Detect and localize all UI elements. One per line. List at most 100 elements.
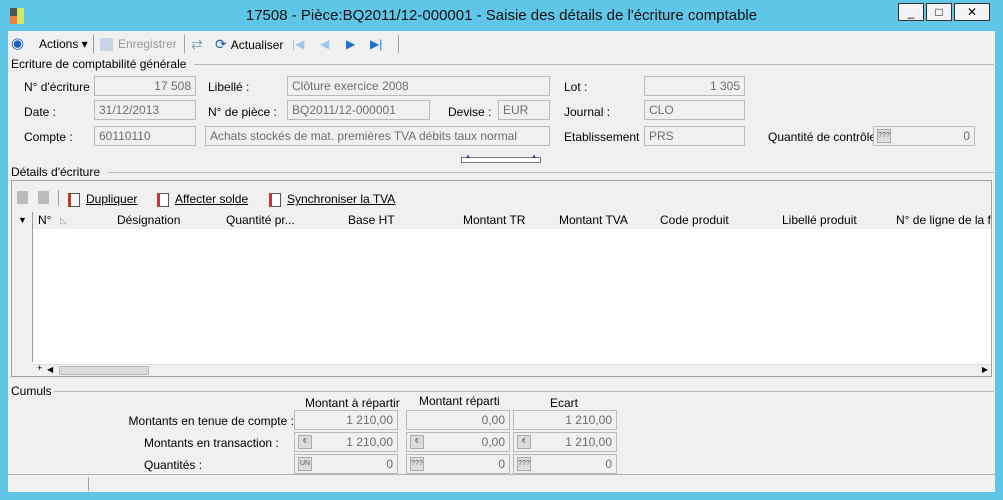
- entry-no-field[interactable]: 17 508: [94, 76, 196, 96]
- first-record-icon[interactable]: |◀: [292, 32, 304, 56]
- document-icon: [157, 192, 169, 207]
- status-bar: [8, 474, 995, 492]
- lot-label: Lot :: [564, 80, 588, 94]
- quantity-difference: ??? 0: [513, 454, 617, 474]
- currency-field[interactable]: EUR: [498, 100, 550, 120]
- journal-label: Journal :: [564, 105, 611, 119]
- doc-no-field[interactable]: BQ2011/12-000001: [287, 100, 430, 120]
- cumul-col-header: Ecart: [550, 396, 579, 410]
- amount-to-allocate-transaction: €1 210,00: [294, 432, 398, 452]
- column-header[interactable]: N°: [38, 212, 51, 228]
- amount-to-allocate-account: 1 210,00: [294, 410, 398, 430]
- toolbar: ◉ Actions ▾ Enregistrer ⇄ ⟳ Actualiser |◀…: [8, 32, 995, 56]
- column-header[interactable]: Code produit: [660, 212, 729, 228]
- journal-field[interactable]: CLO: [644, 100, 745, 120]
- column-header[interactable]: Base HT: [348, 212, 395, 228]
- horizontal-scrollbar[interactable]: + ◀ ▶: [33, 363, 991, 376]
- column-header[interactable]: Libellé produit: [782, 212, 857, 228]
- window-title: 17508 - Pièce:BQ2011/12-000001 - Saisie …: [245, 7, 758, 24]
- save-label: Enregistrer: [118, 37, 177, 51]
- scrollbar-thumb[interactable]: [59, 366, 149, 375]
- establishment-label: Etablissement :: [564, 130, 647, 144]
- refresh-icon: ⟳: [215, 36, 227, 52]
- cumul-row-label: Quantités :: [144, 458, 203, 472]
- date-field[interactable]: 31/12/2013: [94, 100, 196, 120]
- amount-allocated-account: 0,00: [406, 410, 510, 430]
- assign-balance-label: Affecter solde: [175, 192, 249, 206]
- column-chooser-icon[interactable]: ▼: [18, 212, 27, 228]
- value: 0: [498, 457, 505, 471]
- grid-body[interactable]: [33, 229, 991, 364]
- document-icon: [68, 192, 80, 207]
- minimize-button[interactable]: _: [898, 3, 924, 21]
- quantity-to-allocate: UN 0: [294, 454, 398, 474]
- column-header[interactable]: Montant TVA: [559, 212, 628, 228]
- cumul-row-label: Montants en tenue de compte :: [128, 414, 294, 428]
- control-qty-value: 0: [963, 129, 970, 143]
- control-qty-field[interactable]: ??? 0: [873, 126, 975, 146]
- value: 1 210,00: [565, 435, 612, 449]
- details-grid: Dupliquer Affecter solde Synchroniser la…: [11, 180, 992, 377]
- unit-button[interactable]: ???: [877, 129, 891, 143]
- value: 1 210,00: [346, 435, 393, 449]
- sort-icon: ◺: [60, 215, 67, 225]
- grid-header: ▼ N° ◺ Désignation Quantité pr... Base H…: [12, 212, 991, 362]
- new-line-icon[interactable]: [17, 191, 28, 204]
- sync-vat-button[interactable]: Synchroniser la TVA: [269, 192, 395, 207]
- difference-account: 1 210,00: [513, 410, 617, 430]
- doc-no-label: N° de pièce :: [208, 105, 277, 119]
- details-group-title: Détails d'écriture: [11, 165, 100, 179]
- header-group-title: Ecriture de comptabilité générale: [11, 57, 187, 71]
- euro-icon[interactable]: €: [410, 435, 424, 449]
- column-header[interactable]: N° de ligne de la f: [896, 212, 991, 228]
- last-record-icon[interactable]: ▶|: [370, 32, 382, 56]
- euro-icon[interactable]: €: [517, 435, 531, 449]
- window-client: ◉ Actions ▾ Enregistrer ⇄ ⟳ Actualiser |◀…: [8, 31, 995, 492]
- duplicate-button[interactable]: Dupliquer: [68, 192, 137, 207]
- sync-icon[interactable]: ⇄: [191, 32, 203, 56]
- column-header[interactable]: Désignation: [117, 212, 180, 228]
- next-record-icon[interactable]: ▶: [346, 32, 355, 56]
- lot-field[interactable]: 1 305: [644, 76, 745, 96]
- column-header[interactable]: Quantité pr...: [226, 212, 295, 228]
- amount-allocated-transaction: €0,00: [406, 432, 510, 452]
- control-qty-label: Quantité de contrôle :: [768, 130, 883, 144]
- label-field[interactable]: Clôture exercice 2008: [287, 76, 550, 96]
- value: 0: [605, 457, 612, 471]
- cumul-row-label: Montants en transaction :: [144, 436, 279, 450]
- quantity-allocated: ??? 0: [406, 454, 510, 474]
- value: 0,00: [481, 435, 505, 449]
- close-button[interactable]: ✕: [954, 3, 990, 21]
- maximize-button[interactable]: □: [926, 3, 952, 21]
- date-label: Date :: [24, 105, 57, 119]
- account-description-field: Achats stockés de mat. premières TVA déb…: [205, 126, 550, 146]
- cumuls-group-title: Cumuls: [11, 384, 52, 398]
- assign-balance-button[interactable]: Affecter solde: [157, 192, 248, 207]
- collapse-splitter[interactable]: ▲ ▲: [461, 154, 541, 163]
- establishment-field[interactable]: PRS: [644, 126, 745, 146]
- menu-circle-icon[interactable]: ◉: [11, 32, 24, 56]
- save-button[interactable]: Enregistrer: [100, 32, 177, 56]
- unit-button[interactable]: ???: [410, 457, 424, 471]
- currency-label: Devise :: [448, 105, 492, 119]
- difference-transaction: €1 210,00: [513, 432, 617, 452]
- entry-no-label: N° d'écriture :: [24, 80, 97, 94]
- euro-icon[interactable]: €: [298, 435, 312, 449]
- cumul-col-header: Montant réparti: [419, 394, 500, 408]
- unit-button[interactable]: UN: [298, 457, 312, 471]
- label-label: Libellé :: [208, 80, 250, 94]
- document-icon: [269, 192, 281, 207]
- value: 0: [386, 457, 393, 471]
- delete-line-icon[interactable]: [38, 191, 49, 204]
- refresh-button[interactable]: ⟳ Actualiser: [215, 32, 283, 56]
- unit-button[interactable]: ???: [517, 457, 531, 471]
- account-field[interactable]: 60110110: [94, 126, 196, 146]
- cumul-col-header: Montant à répartir: [305, 396, 400, 410]
- previous-record-icon[interactable]: ◀: [320, 32, 329, 56]
- actions-menu[interactable]: Actions ▾: [39, 32, 88, 56]
- column-header[interactable]: Montant TR: [463, 212, 525, 228]
- refresh-label: Actualiser: [230, 38, 284, 52]
- duplicate-label: Dupliquer: [86, 192, 138, 206]
- sync-vat-label: Synchroniser la TVA: [287, 192, 396, 206]
- account-label: Compte :: [24, 130, 73, 144]
